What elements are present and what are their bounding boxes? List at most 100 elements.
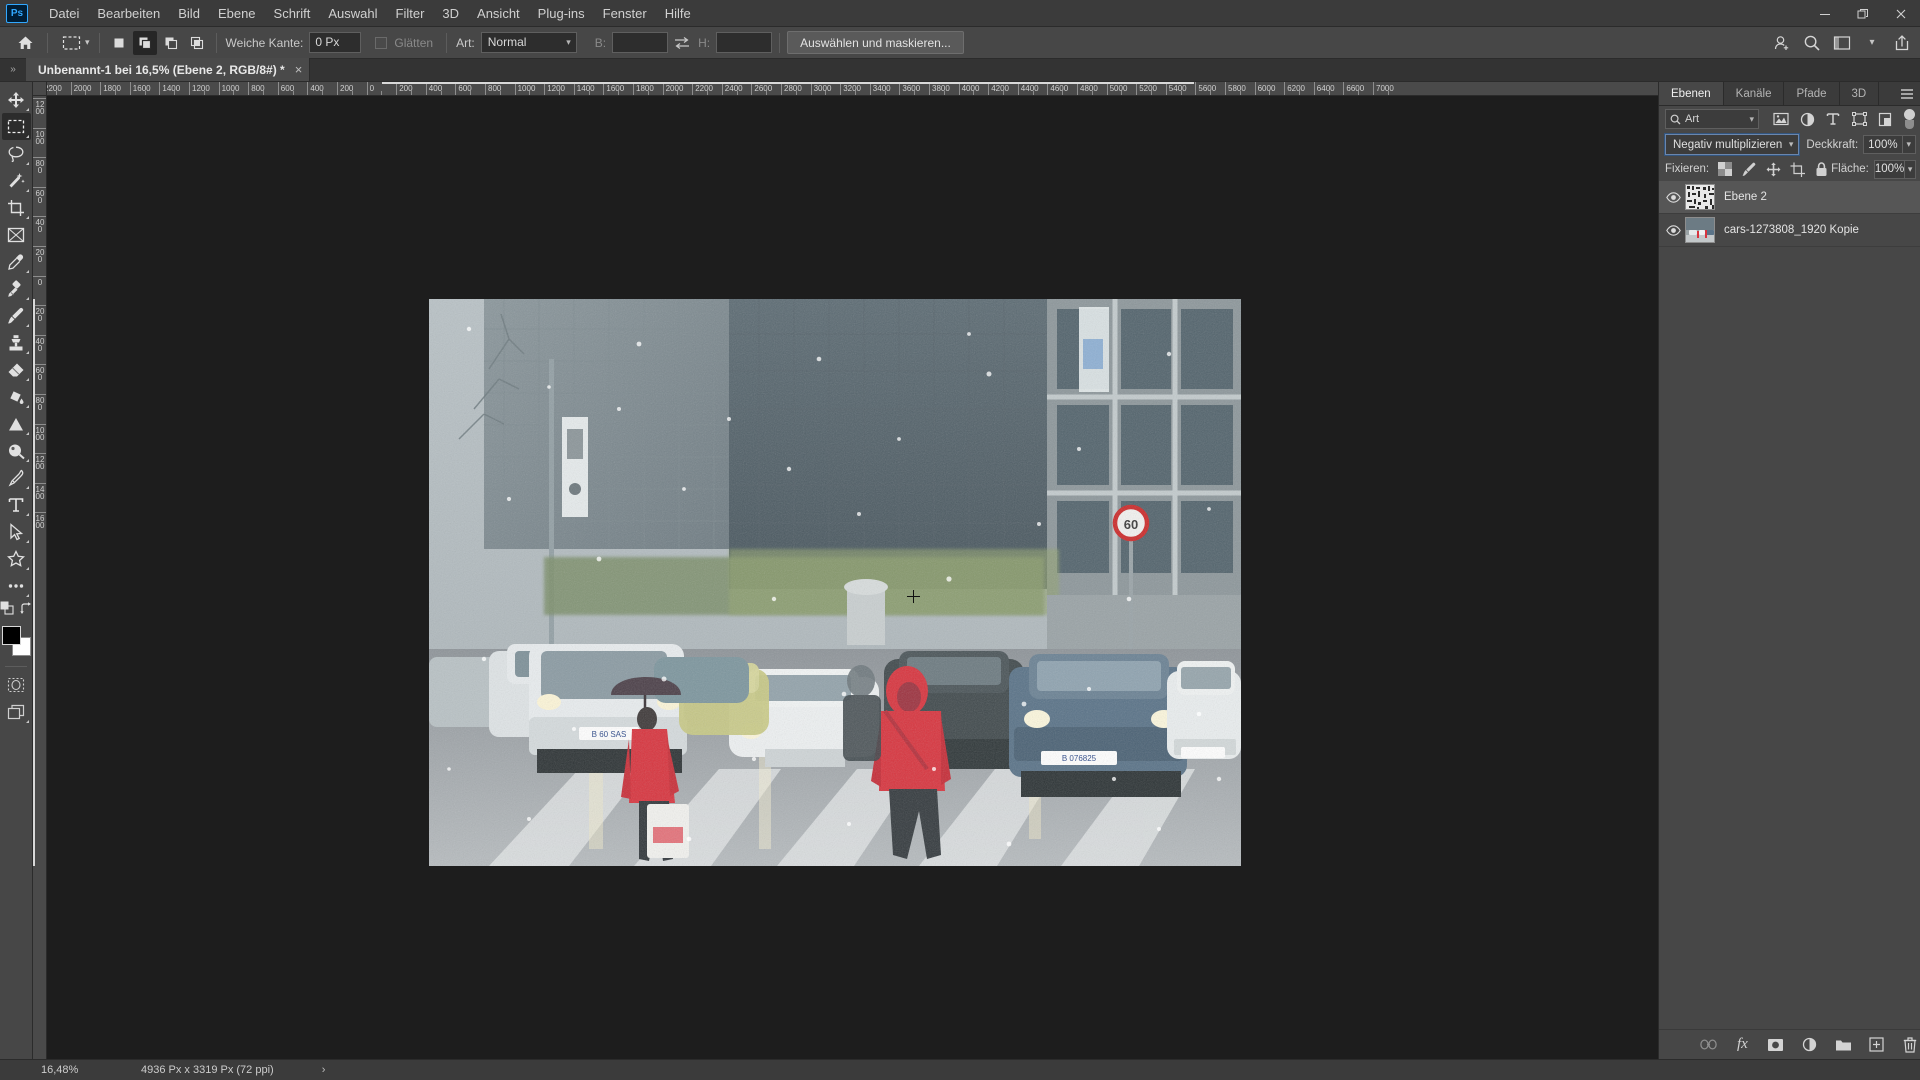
- quick-mask-button[interactable]: [2, 671, 31, 698]
- adjustment-layer-icon[interactable]: [1800, 1035, 1820, 1055]
- new-group-icon[interactable]: [1833, 1035, 1853, 1055]
- lasso-tool[interactable]: [2, 140, 31, 167]
- blur-tool[interactable]: [2, 410, 31, 437]
- chevron-down-icon[interactable]: ▾: [1858, 30, 1886, 56]
- screen-mode-button[interactable]: [2, 698, 31, 725]
- lock-artboard-nesting-icon[interactable]: [1787, 159, 1807, 179]
- new-selection-button[interactable]: [107, 31, 131, 55]
- restore-button[interactable]: [1844, 0, 1882, 27]
- style-select[interactable]: Normal ▾: [480, 32, 577, 53]
- eraser-tool[interactable]: [2, 356, 31, 383]
- menu-item-3d[interactable]: 3D: [433, 2, 468, 25]
- menu-item-filter[interactable]: Filter: [387, 2, 434, 25]
- layer-thumbnail[interactable]: [1685, 217, 1715, 243]
- chevron-right-icon[interactable]: ›: [274, 1064, 326, 1076]
- layer-list[interactable]: Ebene 2 cars-1273808_1920 Kopie: [1659, 181, 1920, 1029]
- zoom-level[interactable]: 16,48%: [33, 1064, 95, 1076]
- fill-input[interactable]: 100%: [1873, 159, 1906, 179]
- user-add-icon[interactable]: [1768, 30, 1796, 56]
- select-and-mask-button[interactable]: Auswählen und maskieren...: [787, 31, 964, 54]
- menu-item-datei[interactable]: Datei: [40, 2, 88, 25]
- lock-all-icon[interactable]: [1811, 159, 1831, 179]
- link-layers-icon[interactable]: [1699, 1035, 1719, 1055]
- tool-preset-picker[interactable]: ▾: [55, 31, 92, 55]
- panel-tab-pfade[interactable]: Pfade: [1784, 82, 1840, 105]
- adjustment-filter-icon[interactable]: [1795, 108, 1819, 130]
- type-tool[interactable]: [2, 491, 31, 518]
- layer-row[interactable]: Ebene 2: [1659, 181, 1920, 214]
- delete-layer-icon[interactable]: [1900, 1035, 1920, 1055]
- layer-visibility-eye-icon[interactable]: [1661, 224, 1685, 236]
- spot-healing-brush-tool[interactable]: [2, 275, 31, 302]
- pixel-filter-icon[interactable]: [1769, 108, 1793, 130]
- panel-menu-icon[interactable]: [1894, 82, 1920, 105]
- shape-filter-icon[interactable]: [1847, 108, 1871, 130]
- smart-object-filter-icon[interactable]: [1873, 108, 1897, 130]
- search-icon[interactable]: [1798, 30, 1826, 56]
- home-button[interactable]: [10, 31, 40, 55]
- document-image[interactable]: 60 B 60 SAS B 076825: [429, 299, 1241, 866]
- ruler-corner[interactable]: [33, 82, 47, 96]
- feather-input[interactable]: 0 Px: [309, 32, 362, 53]
- menu-item-hilfe[interactable]: Hilfe: [656, 2, 700, 25]
- layer-row[interactable]: cars-1273808_1920 Kopie: [1659, 214, 1920, 247]
- layer-mask-icon[interactable]: [1766, 1035, 1786, 1055]
- menu-item-auswahl[interactable]: Auswahl: [319, 2, 386, 25]
- new-layer-icon[interactable]: [1867, 1035, 1887, 1055]
- document-tab[interactable]: Unbenannt-1 bei 16,5% (Ebene 2, RGB/8#) …: [26, 58, 311, 81]
- rectangular-marquee-tool[interactable]: [1, 113, 31, 140]
- quick-selection-tool[interactable]: [2, 167, 31, 194]
- opacity-chevron-down-icon[interactable]: ▾: [1902, 135, 1916, 154]
- menu-item-schrift[interactable]: Schrift: [265, 2, 320, 25]
- panel-tab-ebenen[interactable]: Ebenen: [1659, 82, 1724, 105]
- menu-item-plug-ins[interactable]: Plug-ins: [529, 2, 594, 25]
- vertical-ruler[interactable]: 1200 1000 800 600 400 200 0 200 400 600 800 1000 120…: [33, 96, 47, 1059]
- minimize-button[interactable]: [1806, 0, 1844, 27]
- panel-tab-3d[interactable]: 3D: [1840, 82, 1880, 105]
- intersect-selection-button[interactable]: [185, 31, 209, 55]
- layer-thumbnail[interactable]: [1685, 184, 1715, 210]
- close-button[interactable]: [1882, 0, 1920, 27]
- opacity-input[interactable]: 100%: [1863, 135, 1903, 154]
- pen-tool[interactable]: [2, 464, 31, 491]
- layer-filter-select[interactable]: Art ▾: [1665, 109, 1759, 129]
- chevron-down-icon[interactable]: ▾: [85, 37, 90, 48]
- layer-visibility-eye-icon[interactable]: [1661, 191, 1685, 203]
- subtract-from-selection-button[interactable]: [159, 31, 183, 55]
- collapse-panels-icon[interactable]: »: [0, 58, 26, 81]
- workspace-icon[interactable]: [1828, 30, 1856, 56]
- brush-tool[interactable]: [2, 302, 31, 329]
- canvas-area[interactable]: 60 B 60 SAS B 076825: [47, 96, 1658, 1059]
- add-to-selection-button[interactable]: [132, 30, 157, 55]
- paint-bucket-tool[interactable]: [2, 383, 31, 410]
- fill-chevron-down-icon[interactable]: ▾: [1905, 159, 1916, 179]
- custom-shape-tool[interactable]: [2, 545, 31, 572]
- frame-tool[interactable]: [2, 221, 31, 248]
- filter-enable-toggle[interactable]: [1902, 107, 1916, 131]
- swap-dimensions-icon[interactable]: [668, 36, 696, 50]
- swap-colors-icon[interactable]: [19, 601, 33, 620]
- menu-item-ebene[interactable]: Ebene: [209, 2, 265, 25]
- width-input[interactable]: [612, 32, 669, 53]
- antialias-checkbox[interactable]: [375, 36, 388, 49]
- horizontal-ruler[interactable]: 2200200018001600140012001000800600400200…: [47, 82, 1658, 96]
- blend-mode-select[interactable]: Negativ multiplizieren ▾: [1663, 133, 1801, 156]
- menu-item-bild[interactable]: Bild: [169, 2, 209, 25]
- menu-item-fenster[interactable]: Fenster: [594, 2, 656, 25]
- edit-toolbar-button[interactable]: [2, 572, 31, 599]
- share-icon[interactable]: [1888, 30, 1916, 56]
- lock-transparent-pixels-icon[interactable]: [1715, 159, 1735, 179]
- dodge-tool[interactable]: [2, 437, 31, 464]
- lock-image-pixels-icon[interactable]: [1739, 159, 1759, 179]
- move-tool[interactable]: [2, 86, 31, 113]
- menu-item-bearbeiten[interactable]: Bearbeiten: [88, 2, 169, 25]
- close-icon[interactable]: ×: [295, 62, 303, 77]
- foreground-color-swatch[interactable]: [2, 626, 21, 645]
- menu-item-ansicht[interactable]: Ansicht: [468, 2, 529, 25]
- type-filter-icon[interactable]: [1821, 108, 1845, 130]
- lock-position-icon[interactable]: [1763, 159, 1783, 179]
- path-selection-tool[interactable]: [2, 518, 31, 545]
- layer-fx-icon[interactable]: fx: [1733, 1035, 1753, 1055]
- height-input[interactable]: [716, 32, 773, 53]
- eyedropper-tool[interactable]: [2, 248, 31, 275]
